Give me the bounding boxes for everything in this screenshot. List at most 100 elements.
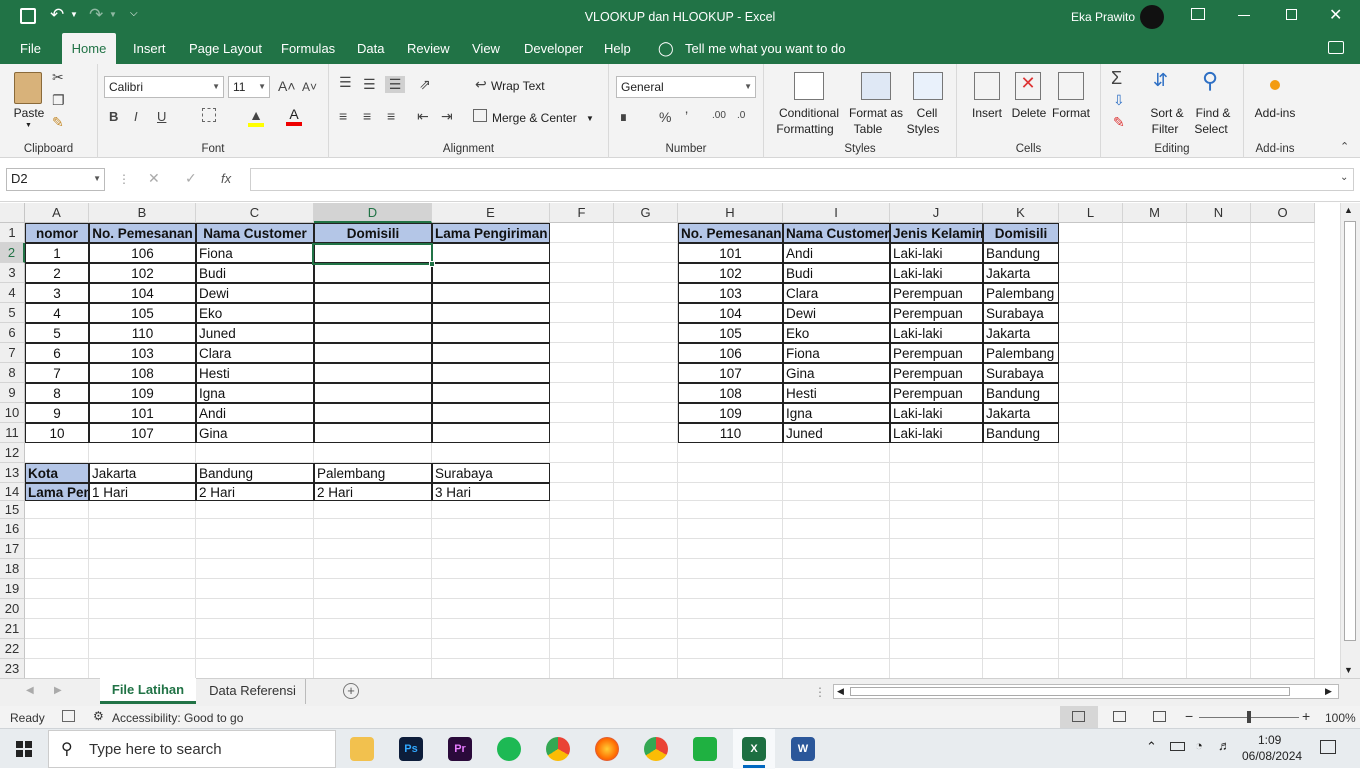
bold-button[interactable]: B (109, 109, 118, 124)
table2-cell[interactable]: Laki-laki (890, 243, 983, 263)
sheet-tab-data-referensi[interactable]: Data Referensi (200, 679, 306, 704)
grid-cell[interactable] (432, 579, 550, 599)
grid-cell[interactable] (983, 619, 1059, 639)
grid-cell[interactable] (983, 443, 1059, 463)
accessibility-status[interactable]: Accessibility: Good to go (112, 711, 243, 725)
grid-cell[interactable] (614, 463, 678, 483)
table2-cell[interactable]: Jakarta (983, 263, 1059, 283)
align-right-icon[interactable]: ≡ (387, 108, 395, 124)
grid-cell[interactable] (1059, 483, 1123, 501)
grid-cell[interactable] (1187, 501, 1251, 519)
grid-cell[interactable] (25, 501, 89, 519)
table2-cell[interactable]: Gina (783, 363, 890, 383)
grid-cell[interactable] (1187, 659, 1251, 678)
delete-cells-icon[interactable]: ✕ (1015, 72, 1041, 100)
grid-cell[interactable] (783, 579, 890, 599)
grid-cell[interactable] (1059, 559, 1123, 579)
italic-button[interactable]: I (134, 109, 138, 124)
grid-cell[interactable] (432, 559, 550, 579)
grid-cell[interactable] (1123, 363, 1187, 383)
grid-cell[interactable] (890, 443, 983, 463)
table1-cell[interactable]: 7 (25, 363, 89, 383)
grid-cell[interactable] (1251, 283, 1315, 303)
insert-cells-button[interactable]: Insert (967, 105, 1007, 121)
row-header-12[interactable]: 12 (0, 443, 25, 463)
grid-cell[interactable] (1059, 343, 1123, 363)
avatar[interactable] (1140, 5, 1164, 29)
table2-cell[interactable]: 101 (678, 243, 783, 263)
grid-cell[interactable] (550, 383, 614, 403)
grid-cell[interactable] (983, 639, 1059, 659)
table1-cell[interactable]: 109 (89, 383, 196, 403)
grid-cell[interactable] (1251, 263, 1315, 283)
decrease-font-icon[interactable]: A˅ (302, 80, 317, 94)
paste-dropdown-icon[interactable]: ▼ (25, 122, 32, 129)
restore-icon[interactable] (1286, 9, 1297, 20)
grid-cell[interactable] (1187, 463, 1251, 483)
grid-cell[interactable] (1187, 243, 1251, 263)
table1-cell[interactable] (432, 423, 550, 443)
grid-cell[interactable] (1251, 443, 1315, 463)
format-cells-icon[interactable] (1058, 72, 1084, 100)
hscroll-left-icon[interactable]: ◀ (837, 686, 844, 697)
grid-cell[interactable] (1251, 303, 1315, 323)
grid-cell[interactable] (890, 539, 983, 559)
table1-cell[interactable]: Clara (196, 343, 314, 363)
column-header-i[interactable]: I (783, 203, 890, 223)
grid-cell[interactable] (678, 463, 783, 483)
grid-cell[interactable] (196, 539, 314, 559)
grid-cell[interactable] (614, 283, 678, 303)
grid-cell[interactable] (1059, 363, 1123, 383)
table3-cell[interactable]: 3 Hari (432, 483, 550, 501)
clear-icon[interactable]: ✎ (1113, 114, 1125, 131)
grid-cell[interactable] (1059, 383, 1123, 403)
grid-cell[interactable] (550, 223, 614, 243)
table2-cell[interactable]: Surabaya (983, 363, 1059, 383)
page-break-view-icon[interactable] (1153, 711, 1166, 722)
grid-cell[interactable] (1251, 559, 1315, 579)
grid-cell[interactable] (550, 579, 614, 599)
grid-cell[interactable] (983, 501, 1059, 519)
grid-cell[interactable] (550, 483, 614, 501)
macro-record-icon[interactable] (62, 710, 75, 722)
grid-cell[interactable] (196, 559, 314, 579)
grid-cell[interactable] (89, 659, 196, 678)
number-format-combo[interactable]: General ▼ (616, 76, 756, 98)
grid-cell[interactable] (1251, 423, 1315, 443)
percent-icon[interactable]: % (659, 109, 671, 125)
grid-cell[interactable] (783, 483, 890, 501)
table2-cell[interactable]: Bandung (983, 243, 1059, 263)
comments-icon[interactable] (1328, 41, 1344, 54)
grid-cell[interactable] (1187, 483, 1251, 501)
grid-cell[interactable] (1187, 343, 1251, 363)
table2-cell[interactable]: Juned (783, 423, 890, 443)
grid-cell[interactable] (1123, 463, 1187, 483)
grid-cell[interactable] (614, 539, 678, 559)
paste-icon[interactable] (14, 72, 42, 104)
grid-cell[interactable] (196, 579, 314, 599)
grid-cell[interactable] (25, 519, 89, 539)
grid-cell[interactable] (550, 559, 614, 579)
column-header-c[interactable]: C (196, 203, 314, 223)
horizontal-scrollbar[interactable]: ◀ ▶ (833, 684, 1339, 699)
grid-cell[interactable] (314, 443, 432, 463)
find-select-button[interactable]: Find & (1189, 105, 1237, 121)
scroll-down-icon[interactable]: ▼ (1344, 665, 1353, 675)
grid-cell[interactable] (432, 519, 550, 539)
row-header-9[interactable]: 9 (0, 383, 25, 403)
grid-cell[interactable] (1187, 423, 1251, 443)
column-header-a[interactable]: A (25, 203, 89, 223)
zoom-out-icon[interactable]: − (1185, 708, 1193, 724)
grid-cell[interactable] (550, 243, 614, 263)
grid-cell[interactable] (1187, 559, 1251, 579)
row-header-8[interactable]: 8 (0, 363, 25, 383)
row-header-13[interactable]: 13 (0, 463, 25, 483)
scroll-thumb[interactable] (1344, 221, 1356, 641)
grid-cell[interactable] (1123, 383, 1187, 403)
table3-cell[interactable]: Kota (25, 463, 89, 483)
grid-cell[interactable] (983, 539, 1059, 559)
clock-date[interactable]: 06/08/2024 (1242, 749, 1302, 763)
table2-cell[interactable]: 109 (678, 403, 783, 423)
grid-cell[interactable] (550, 599, 614, 619)
grid-cell[interactable] (1123, 443, 1187, 463)
